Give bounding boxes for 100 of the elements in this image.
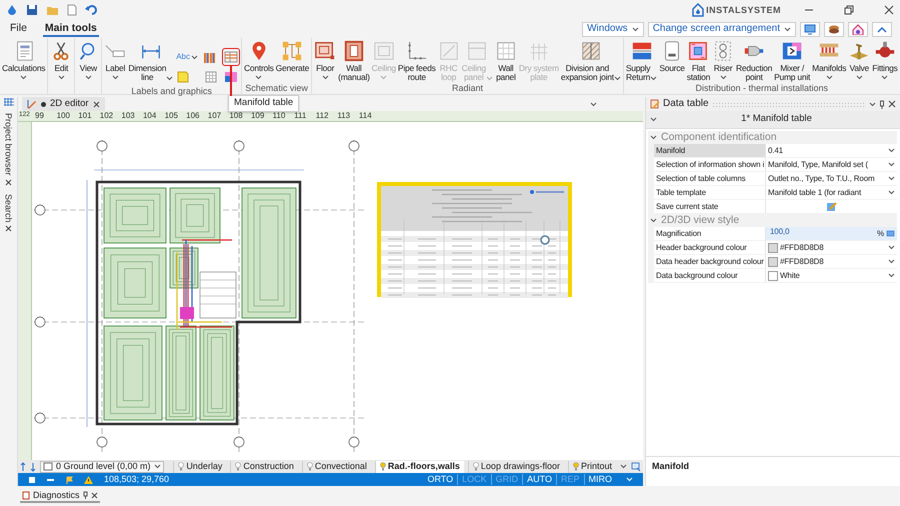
panel-tab[interactable]: Diagnostics [20,488,100,504]
document-icon[interactable] [67,4,77,16]
ruler-label: 102 [100,111,114,121]
caret-icon [826,75,833,80]
grid-icon[interactable] [2,97,14,107]
dropdown-value: Windows [587,23,628,35]
caret-icon[interactable] [650,134,657,141]
monitor-icon[interactable] [886,230,895,238]
number-field[interactable]: 100,0 [768,227,876,240]
group-label: Distribution - thermal installations [694,83,830,94]
property-name[interactable]: Header background colour [654,241,766,254]
toolbar-button[interactable]: Fittings [871,38,899,80]
pin-icon[interactable] [82,491,88,499]
close-icon[interactable] [5,225,12,232]
ruler-label: 110 [272,111,286,121]
dropdown[interactable]: Windows [582,22,644,36]
editor-tab[interactable]: 2D editor [22,97,105,111]
toolbar-button[interactable]: Mixer / Pump unit [773,38,812,83]
side-tab[interactable]: Search [3,192,14,234]
menu-tab[interactable]: File [8,20,29,38]
pencil-icon[interactable] [826,201,838,212]
icon-button[interactable] [800,22,820,36]
caret-icon [620,464,627,469]
toolbar-button[interactable]: Edit [49,38,74,80]
property-name[interactable]: Data background colour [654,269,766,282]
toolbar-button[interactable]: Division and expansion joint [560,38,622,83]
toolbar-button[interactable]: Supply Return [624,38,658,83]
toolbar-button[interactable]: Manifolds [811,38,848,80]
property-name[interactable]: Manifold [654,144,766,157]
table-edit-icon [650,99,660,109]
warning-icon[interactable] [83,474,94,484]
caret-icon [255,75,262,80]
group-label: Schematic view [244,83,309,94]
caret-icon[interactable] [650,217,657,224]
dropdown[interactable]: Change screen arrangement [648,22,796,36]
menu-tab[interactable]: Main tools [42,20,99,38]
layer-tab[interactable]: Rad.-floors,walls [374,460,464,472]
icon-button[interactable] [872,22,892,36]
toolbar-button[interactable]: Generate [274,38,310,74]
property-name[interactable]: Table template [654,186,766,199]
toolbar-button[interactable]: Source [658,38,686,74]
level-dropdown[interactable]: 0 Ground level (0,00 m) [40,460,164,472]
toolbar-button[interactable]: Riser [711,38,736,80]
icon-button[interactable] [824,22,844,36]
mode-toggle[interactable]: AUTO [522,474,556,485]
caret-icon [112,75,119,80]
section-title: 2D/3D view style [661,214,740,227]
close-icon[interactable] [90,492,98,498]
toolbar-button[interactable]: Valve [847,38,872,80]
clipboard-icon [22,490,30,500]
arrow-up-icon[interactable] [20,462,26,472]
toolbar-button[interactable]: Calculations [1,38,46,80]
property-value: #FFD8D8D8 [780,256,825,266]
ruler-label: 101 [78,111,93,121]
close-icon[interactable] [884,5,894,15]
property-name[interactable]: Data header background colour [654,255,766,268]
caret-icon [166,76,174,81]
close-icon[interactable] [5,178,12,186]
caret-icon [888,245,895,250]
toolbar-button[interactable]: Dimension line [127,38,174,83]
mode-toggle[interactable]: MIRO [584,474,616,485]
save-icon[interactable] [26,4,38,16]
property-value: Manifold table 1 (for radiant [768,188,862,198]
property-name[interactable]: Selection of information shown i [654,158,766,171]
caret-icon [856,75,863,80]
toolbar-button[interactable]: Floor [313,38,338,80]
close-icon[interactable] [888,100,896,108]
caret-icon [84,75,92,80]
toolbar-button[interactable]: View [76,38,100,80]
layout-icon[interactable] [28,476,36,484]
station-icon [687,40,710,62]
coordinates: 108,503; 29,760 [104,474,170,485]
caret-icon [154,464,161,469]
leader-line [230,66,232,96]
ruler-label: 99 [35,111,45,121]
side-tab[interactable]: Project browser [3,111,14,188]
toolbar-button[interactable]: Reduction point [735,38,774,83]
property-name[interactable]: Selection of table columns [654,172,766,185]
icon-button[interactable] [848,22,868,36]
note-icon [176,70,190,84]
object-title: 1* Manifold table [740,114,813,125]
flag-icon[interactable] [65,476,73,484]
mode-toggle[interactable]: ORTO [423,474,458,485]
toolbar-button[interactable]: Wall panel [494,38,518,83]
manifold-table-drawing[interactable] [377,182,572,298]
search-icon[interactable] [631,462,641,472]
toolbar-button[interactable]: Wall (manual) [337,38,371,83]
toolbar-button[interactable]: Controls [243,38,275,80]
toolbar-button[interactable]: Label [103,38,128,80]
toolbar-button[interactable]: Flat station [686,38,712,83]
arrow-down-icon[interactable] [30,462,36,472]
close-icon[interactable] [92,100,100,108]
tool-button[interactable] [222,48,240,66]
app-icon[interactable] [6,4,18,16]
pin-icon[interactable] [879,100,885,108]
restore-icon[interactable] [844,5,854,15]
undo-icon[interactable] [85,4,98,16]
toolbar-button[interactable]: Pipe feeds route [396,38,437,83]
section-title: Component identification [661,131,777,144]
tool-button[interactable]: Abc [174,50,200,64]
